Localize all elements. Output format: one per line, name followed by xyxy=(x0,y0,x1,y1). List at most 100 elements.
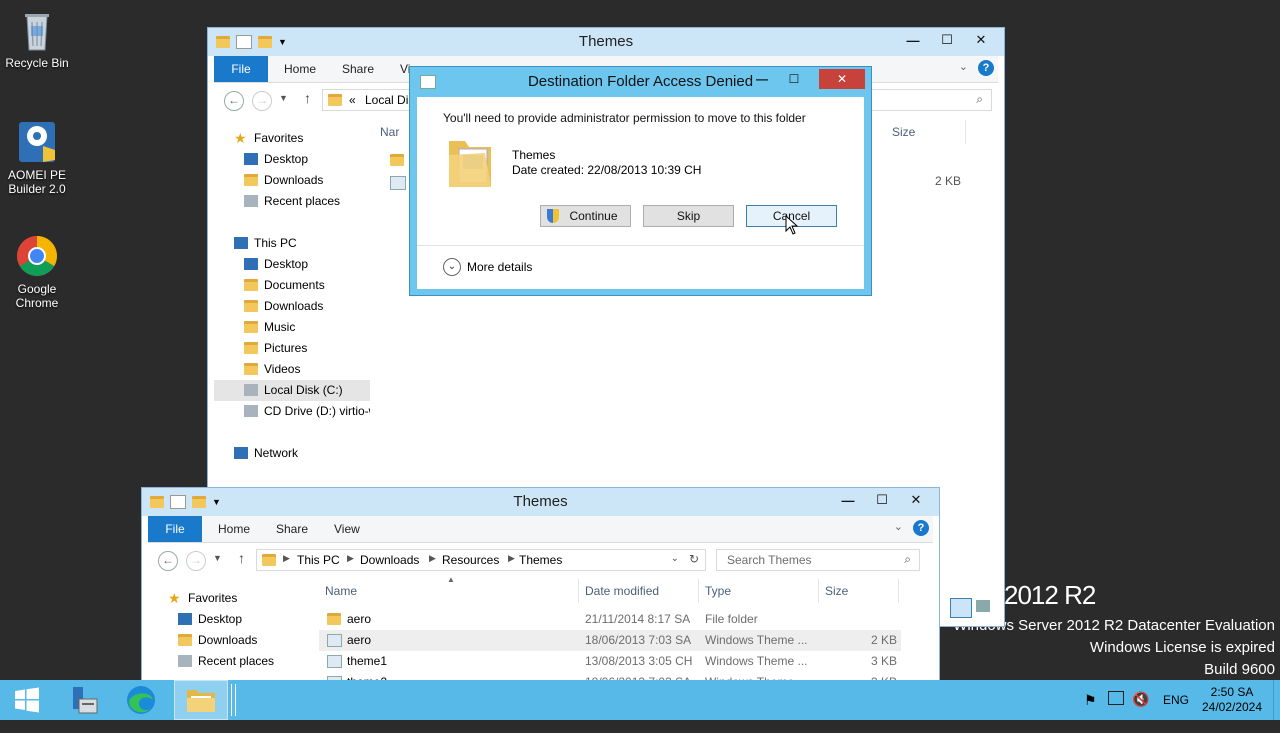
expand-chevron-icon[interactable]: ⌄ xyxy=(443,258,461,276)
skip-button[interactable]: Skip xyxy=(643,205,734,227)
tab-view[interactable]: View xyxy=(334,516,360,542)
nav-pc-downloads[interactable]: Downloads xyxy=(214,296,370,317)
nav-network[interactable]: Network xyxy=(214,443,370,464)
column-header-name[interactable]: Nar xyxy=(374,120,414,144)
taskbar-divider xyxy=(231,684,236,716)
back-button[interactable]: ← xyxy=(224,91,244,111)
refresh-icon[interactable]: ↻ xyxy=(689,552,699,566)
search-input[interactable]: Search Themes ⌕ xyxy=(716,549,920,571)
column-header-name[interactable]: Name xyxy=(319,579,579,603)
nav-pc-desktop[interactable]: Desktop xyxy=(214,254,370,275)
details-view-icon[interactable] xyxy=(950,598,972,618)
up-button[interactable]: ↑ xyxy=(238,550,245,566)
breadcrumb-item[interactable]: Local Dis xyxy=(365,93,414,107)
nav-music[interactable]: Music xyxy=(214,317,370,338)
file-list: ▲ Name Date modified Type Size aero 21/1… xyxy=(319,575,901,681)
nav-cd-drive[interactable]: CD Drive (D:) virtio-w xyxy=(214,401,370,422)
forward-button[interactable]: → xyxy=(252,91,272,111)
tab-home[interactable]: Home xyxy=(284,56,316,82)
language-indicator[interactable]: ENG xyxy=(1163,693,1189,733)
address-dropdown-icon[interactable]: ⌄ xyxy=(671,553,679,564)
view-toggle-group xyxy=(942,596,1004,624)
show-desktop-button[interactable] xyxy=(1273,680,1280,720)
nav-label: Desktop xyxy=(264,257,309,271)
tab-share[interactable]: Share xyxy=(276,516,308,542)
file-size: 3 KB xyxy=(871,654,898,668)
nav-documents[interactable]: Documents xyxy=(214,275,370,296)
network-tray-icon[interactable] xyxy=(1108,691,1124,705)
clock-date: 24/02/2024 xyxy=(1201,700,1263,714)
tab-share[interactable]: Share xyxy=(342,56,374,82)
file-explorer-button[interactable] xyxy=(174,680,228,720)
access-denied-dialog: Destination Folder Access Denied — ☐ ✕ Y… xyxy=(409,66,872,296)
close-button[interactable]: ✕ xyxy=(966,30,996,50)
column-header-size[interactable]: Size xyxy=(886,120,966,144)
search-icon[interactable]: ⌕ xyxy=(904,552,911,567)
breadcrumb-this-pc[interactable]: This PC xyxy=(297,553,340,567)
nav-videos[interactable]: Videos xyxy=(214,359,370,380)
nav-desktop[interactable]: Desktop xyxy=(148,609,304,630)
desktop-icon-chrome[interactable]: Google Chrome xyxy=(0,234,74,310)
action-center-icon[interactable]: ⚑ xyxy=(1084,692,1097,732)
volume-muted-icon[interactable]: 🔇 xyxy=(1132,691,1149,731)
recent-locations-icon[interactable]: ▼ xyxy=(279,93,288,103)
close-button[interactable]: ✕ xyxy=(901,490,931,510)
table-row[interactable]: aero 21/11/2014 8:17 SA File folder xyxy=(319,609,901,630)
desktop-icon-recycle-bin[interactable]: Recycle Bin xyxy=(0,8,74,70)
minimize-button[interactable]: — xyxy=(898,30,928,50)
nav-pictures[interactable]: Pictures xyxy=(214,338,370,359)
nav-desktop[interactable]: Desktop xyxy=(214,149,370,170)
maximize-button[interactable]: ☐ xyxy=(781,70,807,88)
help-icon[interactable]: ? xyxy=(913,520,929,536)
breadcrumb-overflow[interactable]: « xyxy=(349,93,356,107)
address-bar[interactable]: ▶ This PC ▶ Downloads ▶ Resources ▶ Them… xyxy=(256,549,706,571)
nav-label: Downloads xyxy=(264,173,324,187)
start-button[interactable] xyxy=(0,680,54,720)
nav-recent-places[interactable]: Recent places xyxy=(214,191,370,212)
edge-button[interactable] xyxy=(114,680,168,720)
column-header-size[interactable]: Size xyxy=(819,579,899,603)
file-date: 18/06/2013 7:03 SA xyxy=(585,633,692,647)
nav-local-disk[interactable]: Local Disk (C:) xyxy=(214,380,370,401)
table-row[interactable]: aero 18/06/2013 7:03 SA Windows Theme ..… xyxy=(319,630,901,651)
breadcrumb-themes[interactable]: Themes xyxy=(519,553,562,567)
desktop-icon-aomei[interactable]: AOMEI PE Builder 2.0 xyxy=(0,120,74,196)
back-button[interactable]: ← xyxy=(158,551,178,571)
navigation-pane: ★ Favorites Desktop Downloads Recent pla… xyxy=(148,586,304,681)
more-details-link[interactable]: More details xyxy=(467,260,532,274)
tab-home[interactable]: Home xyxy=(218,516,250,542)
breadcrumb-resources[interactable]: Resources xyxy=(442,553,499,567)
column-header-date[interactable]: Date modified xyxy=(579,579,699,603)
server-manager-button[interactable] xyxy=(56,680,110,720)
nav-this-pc[interactable]: This PC xyxy=(214,233,370,254)
nav-favorites[interactable]: ★ Favorites xyxy=(148,588,304,609)
minimize-button[interactable]: — xyxy=(749,70,775,88)
minimize-button[interactable]: — xyxy=(833,490,863,510)
ribbon-expand-icon[interactable]: ⌄ xyxy=(959,60,968,73)
nav-favorites[interactable]: ★ Favorites xyxy=(214,128,370,149)
search-icon[interactable]: ⌕ xyxy=(976,92,983,107)
maximize-button[interactable]: ☐ xyxy=(867,490,897,510)
nav-label: Favorites xyxy=(188,591,238,605)
recent-locations-icon[interactable]: ▼ xyxy=(213,553,222,563)
nav-downloads[interactable]: Downloads xyxy=(214,170,370,191)
tab-file[interactable]: File xyxy=(148,516,202,542)
tab-file[interactable]: File xyxy=(214,56,268,82)
column-header-type[interactable]: Type xyxy=(699,579,819,603)
close-button[interactable]: ✕ xyxy=(819,69,865,89)
clock-time: 2:50 SA xyxy=(1210,685,1254,699)
button-label: Continue xyxy=(569,209,618,223)
help-icon[interactable]: ? xyxy=(978,60,994,76)
nav-downloads[interactable]: Downloads xyxy=(148,630,304,651)
up-button[interactable]: ↑ xyxy=(304,90,311,106)
nav-recent-places[interactable]: Recent places xyxy=(148,651,304,672)
maximize-button[interactable]: ☐ xyxy=(932,30,962,50)
large-icons-view-icon[interactable] xyxy=(976,600,990,612)
breadcrumb-downloads[interactable]: Downloads xyxy=(360,553,419,567)
continue-button[interactable]: Continue xyxy=(540,205,631,227)
table-row[interactable]: theme1 13/08/2013 3:05 CH Windows Theme … xyxy=(319,651,901,672)
nav-label: Recent places xyxy=(198,654,275,668)
forward-button[interactable]: → xyxy=(186,551,206,571)
ribbon-expand-icon[interactable]: ⌄ xyxy=(894,520,903,533)
clock[interactable]: 2:50 SA 24/02/2024 xyxy=(1200,685,1264,725)
